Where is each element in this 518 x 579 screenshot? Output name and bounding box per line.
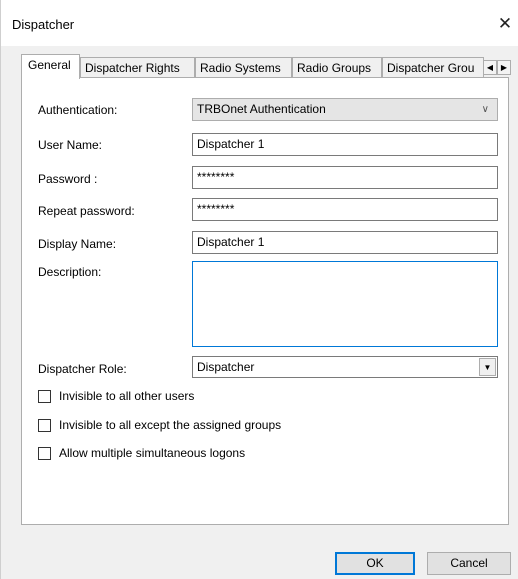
invisible-except-groups-checkbox[interactable] [38,419,51,432]
tab-general[interactable]: General [21,54,80,79]
invisible-all-users-label: Invisible to all other users [59,389,195,403]
invisible-all-users-checkbox[interactable] [38,390,51,403]
title-bar: Dispatcher ✕ [1,0,518,46]
description-label: Description: [38,265,102,279]
user-name-label: User Name: [38,138,103,152]
repeat-password-label: Repeat password: [38,204,135,218]
password-label: Password : [38,172,98,186]
description-textarea[interactable] [192,261,498,347]
tab-scroll-right-icon[interactable]: ▶ [497,60,511,75]
chevron-down-icon: ∨ [481,104,489,115]
window-title: Dispatcher [12,17,75,32]
authentication-label: Authentication: [38,103,118,117]
dispatcher-dialog: Dispatcher ✕ General Dispatcher Rights R… [0,0,518,579]
dispatcher-role-label: Dispatcher Role: [38,362,127,376]
ok-button[interactable]: OK [335,552,415,575]
password-input[interactable]: ******** [192,166,498,189]
allow-multiple-logons-label: Allow multiple simultaneous logons [59,446,246,460]
tab-scroll-left-icon[interactable]: ◀ [483,60,497,75]
authentication-value: TRBOnet Authentication [197,102,326,116]
general-tab-page: Authentication: TRBOnet Authentication ∨… [21,77,509,525]
allow-multiple-logons-checkbox[interactable] [38,447,51,460]
tab-dispatcher-rights[interactable]: Dispatcher Rights [80,57,195,78]
display-name-input[interactable]: Dispatcher 1 [192,231,498,254]
dropdown-arrow-icon[interactable]: ▼ [479,358,496,376]
invisible-except-groups-label: Invisible to all except the assigned gro… [59,418,282,432]
authentication-combo[interactable]: TRBOnet Authentication ∨ [192,98,498,121]
tab-strip: General Dispatcher Rights Radio Systems … [21,54,511,79]
repeat-password-input[interactable]: ******** [192,198,498,221]
display-name-label: Display Name: [38,237,117,251]
tab-radio-groups[interactable]: Radio Groups [292,57,382,78]
tab-radio-systems[interactable]: Radio Systems [195,57,292,78]
dispatcher-role-select[interactable]: Dispatcher ▼ [192,356,498,378]
cancel-button[interactable]: Cancel [427,552,511,575]
close-button[interactable]: ✕ [495,15,515,33]
dialog-client-area: General Dispatcher Rights Radio Systems … [1,46,518,579]
dispatcher-role-value: Dispatcher [197,360,255,374]
user-name-input[interactable]: Dispatcher 1 [192,133,498,156]
tab-dispatcher-groups[interactable]: Dispatcher Grou [382,57,484,78]
